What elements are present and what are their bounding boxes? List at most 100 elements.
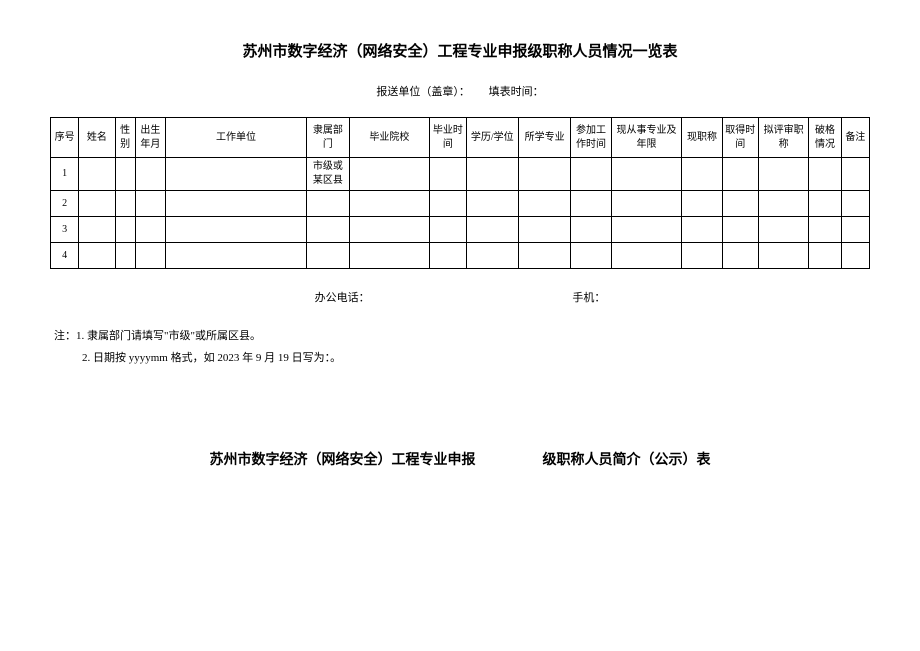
cell: [518, 158, 570, 191]
cell: [571, 217, 611, 243]
cell: [349, 191, 430, 217]
page-title: 苏州市数字经济（网络安全）工程专业申报级职称人员情况一览表: [50, 40, 870, 61]
cell: [165, 191, 306, 217]
cell-dept: [307, 243, 349, 269]
cell: [430, 158, 466, 191]
cell: [135, 191, 165, 217]
cell: [79, 191, 115, 217]
th-work-unit: 工作单位: [165, 118, 306, 158]
th-obtain-time: 取得时间: [722, 118, 758, 158]
cell: [349, 243, 430, 269]
note-2: 2. 日期按 yyyymm 格式，如 2023 年 9 月 19 日写为：。: [82, 347, 870, 369]
table-row: 4: [51, 243, 870, 269]
cell: [841, 158, 869, 191]
th-cur-title: 现职称: [682, 118, 722, 158]
table-header-row: 序号 姓名 性别 出生年月 工作单位 隶属部门 毕业院校 毕业时间 学历/学位 …: [51, 118, 870, 158]
th-birth: 出生年月: [135, 118, 165, 158]
cell-dept: [307, 191, 349, 217]
main-table: 序号 姓名 性别 出生年月 工作单位 隶属部门 毕业院校 毕业时间 学历/学位 …: [50, 117, 870, 269]
cell: [722, 217, 758, 243]
cell: [611, 217, 682, 243]
table-row: 2: [51, 191, 870, 217]
cell: [349, 217, 430, 243]
note-1: 注：1. 隶属部门请填写"市级"或所属区县。: [54, 325, 870, 347]
cell: [466, 243, 518, 269]
page-title-2: 苏州市数字经济（网络安全）工程专业申报 级职称人员简介（公示）表: [50, 449, 870, 469]
th-years: 现从事专业及年限: [611, 118, 682, 158]
cell: [135, 217, 165, 243]
notes: 注：1. 隶属部门请填写"市级"或所属区县。 2. 日期按 yyyymm 格式，…: [54, 325, 870, 369]
cell: [466, 191, 518, 217]
cell: [611, 158, 682, 191]
cell-seq: 4: [51, 243, 79, 269]
cell: [165, 243, 306, 269]
date-label: 填表时间：: [489, 83, 544, 99]
cell: [682, 217, 722, 243]
cell: [809, 243, 841, 269]
cell: [722, 158, 758, 191]
cell: [430, 243, 466, 269]
cell-seq: 2: [51, 191, 79, 217]
cell: [841, 191, 869, 217]
cell: [135, 243, 165, 269]
th-grad-time: 毕业时间: [430, 118, 466, 158]
title2-part-a: 苏州市数字经济（网络安全）工程专业申报: [210, 453, 476, 468]
cell: [430, 191, 466, 217]
th-remark: 备注: [841, 118, 869, 158]
cell: [758, 217, 808, 243]
cell: [722, 191, 758, 217]
th-gender: 性别: [115, 118, 135, 158]
cell: [611, 243, 682, 269]
cell: [682, 191, 722, 217]
cell: [758, 158, 808, 191]
cell: [682, 158, 722, 191]
cell: [611, 191, 682, 217]
cell: [518, 191, 570, 217]
th-dept: 隶属部门: [307, 118, 349, 158]
cell: [571, 191, 611, 217]
cell: [466, 158, 518, 191]
th-break-rule: 破格情况: [809, 118, 841, 158]
cell: [165, 158, 306, 191]
cell: [79, 217, 115, 243]
cell: [115, 191, 135, 217]
cell: [115, 243, 135, 269]
cell-seq: 3: [51, 217, 79, 243]
title2-part-b: 级职称人员简介（公示）表: [543, 453, 711, 468]
contact-line: 办公电话： 手机：: [50, 289, 870, 305]
cell: [809, 158, 841, 191]
cell-dept: 市级或某区县: [307, 158, 349, 191]
th-school: 毕业院校: [349, 118, 430, 158]
th-name: 姓名: [79, 118, 115, 158]
cell-seq: 1: [51, 158, 79, 191]
cell: [518, 243, 570, 269]
office-phone-label: 办公电话：: [315, 289, 370, 305]
cell: [115, 217, 135, 243]
cell: [79, 158, 115, 191]
cell: [79, 243, 115, 269]
unit-label: 报送单位（盖章）：: [376, 83, 470, 99]
cell: [682, 243, 722, 269]
cell: [115, 158, 135, 191]
cell: [571, 158, 611, 191]
cell: [809, 191, 841, 217]
cell: [571, 243, 611, 269]
th-major: 所学专业: [518, 118, 570, 158]
cell: [722, 243, 758, 269]
cell: [841, 243, 869, 269]
cell: [165, 217, 306, 243]
cell: [135, 158, 165, 191]
cell: [809, 217, 841, 243]
cell: [466, 217, 518, 243]
table-row: 3: [51, 217, 870, 243]
cell: [430, 217, 466, 243]
cell: [841, 217, 869, 243]
table-row: 1 市级或某区县: [51, 158, 870, 191]
meta-line: 报送单位（盖章）： 填表时间：: [50, 83, 870, 99]
mobile-label: 手机：: [572, 289, 605, 305]
cell: [758, 243, 808, 269]
th-work-start: 参加工作时间: [571, 118, 611, 158]
cell: [349, 158, 430, 191]
cell: [758, 191, 808, 217]
th-seq: 序号: [51, 118, 79, 158]
